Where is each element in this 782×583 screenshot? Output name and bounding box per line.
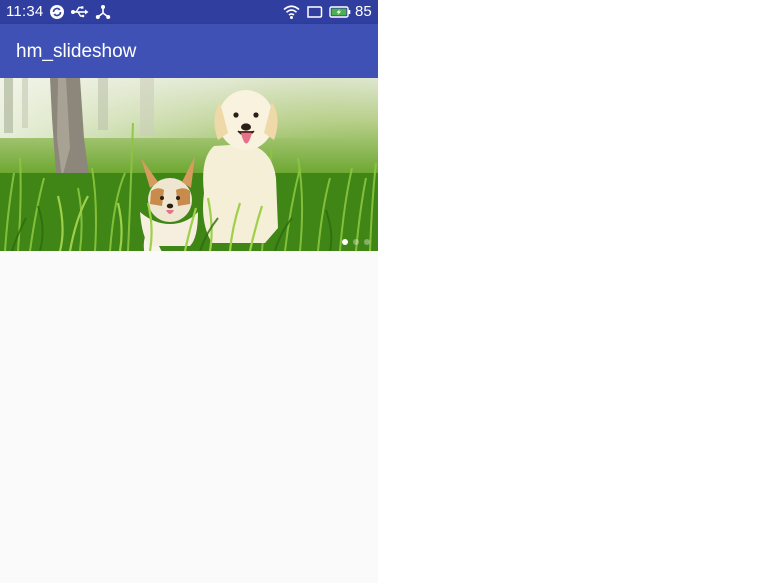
status-bar: 11:34 85 [0,0,378,24]
app-title: hm_slideshow [16,41,137,62]
slideshow[interactable] [0,78,378,251]
slide-indicator-dot[interactable] [364,239,370,245]
app-bar: hm_slideshow [0,24,378,78]
screen-icon [307,6,323,18]
battery-charging-icon [329,6,351,18]
slide-indicator-dot-active[interactable] [342,239,348,245]
slide-image-dogs[interactable] [0,78,378,251]
wifi-icon [283,5,300,19]
slide-indicator-dot[interactable] [353,239,359,245]
usb-icon [71,6,89,18]
content-area [0,251,378,583]
status-time: 11:34 [6,3,44,20]
phone-screen: 11:34 85 hm_slideshow [0,0,378,583]
slide-indicators [342,239,370,245]
share-icon [95,5,111,19]
sync-icon [50,5,64,19]
battery-level: 85 [355,3,372,20]
